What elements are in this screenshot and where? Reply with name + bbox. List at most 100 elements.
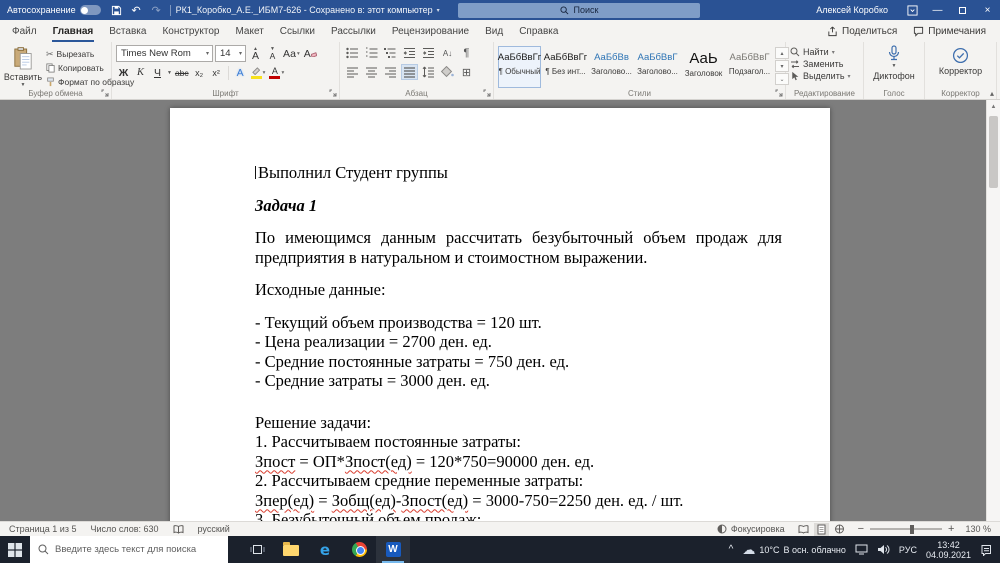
style-heading-2[interactable]: АаБбВвГЗаголово...	[636, 46, 679, 88]
minimize-button[interactable]: —	[925, 0, 950, 20]
page-indicator[interactable]: Страница 1 из 5	[9, 524, 76, 534]
taskbar-search-box[interactable]: Введите здесь текст для поиска	[30, 536, 228, 563]
text-effects-button[interactable]: А	[233, 65, 248, 81]
bold-button[interactable]: Ж	[116, 65, 131, 81]
document-page[interactable]: Выполнил Студент группы Задача 1 По имею…	[170, 108, 830, 521]
underline-button[interactable]: Ч	[150, 65, 165, 81]
font-family-combo[interactable]: Times New Rom▾	[116, 45, 213, 62]
borders-button[interactable]: ⊞	[458, 64, 475, 80]
line-spacing-button[interactable]	[420, 64, 437, 80]
save-button[interactable]	[108, 1, 125, 19]
start-button[interactable]	[0, 536, 30, 563]
increase-indent-button[interactable]	[420, 45, 437, 61]
align-center-button[interactable]	[363, 64, 380, 80]
highlight-color-button[interactable]: ▾	[250, 65, 267, 81]
edge-icon[interactable]: e	[308, 536, 342, 563]
file-explorer-icon[interactable]	[274, 536, 308, 563]
focus-mode-button[interactable]: Фокусировка	[717, 524, 785, 534]
strikethrough-button[interactable]: abc	[174, 65, 190, 81]
select-button[interactable]: Выделить▾	[790, 71, 859, 81]
show-formatting-button[interactable]: ¶	[458, 45, 475, 61]
tab-mailings[interactable]: Рассылки	[323, 20, 384, 42]
web-layout-button[interactable]	[832, 523, 847, 536]
document-text[interactable]: Выполнил Студент группы Задача 1 По имею…	[255, 163, 782, 521]
shading-button[interactable]	[439, 64, 456, 80]
document-area[interactable]: Выполнил Студент группы Задача 1 По имею…	[0, 100, 1000, 521]
tab-home[interactable]: Главная	[45, 20, 102, 42]
tab-references[interactable]: Ссылки	[272, 20, 323, 42]
notification-center-icon[interactable]	[980, 544, 992, 556]
tab-design[interactable]: Конструктор	[154, 20, 227, 42]
styles-dialog-launcher[interactable]	[775, 89, 783, 97]
chrome-icon[interactable]	[342, 536, 376, 563]
hidden-icons-chevron[interactable]: ^	[729, 544, 734, 555]
shrink-font-button[interactable]: ▼А	[265, 46, 280, 62]
redo-button[interactable]: ↷	[148, 1, 165, 19]
font-dialog-launcher[interactable]	[329, 89, 337, 97]
read-mode-button[interactable]	[796, 523, 811, 536]
font-size-combo[interactable]: 14▾	[215, 45, 246, 62]
tab-layout[interactable]: Макет	[227, 20, 271, 42]
subscript-button[interactable]: x₂	[192, 65, 207, 81]
share-button[interactable]: Поделиться	[827, 26, 897, 37]
clear-formatting-button[interactable]: А	[303, 46, 318, 62]
zoom-in-button[interactable]: +	[948, 524, 954, 534]
align-left-button[interactable]	[344, 64, 361, 80]
task-view-button[interactable]	[240, 536, 274, 563]
find-button[interactable]: Найти▾	[790, 47, 859, 57]
style-heading-1[interactable]: АаБбВвЗаголово...	[590, 46, 633, 88]
zoom-level[interactable]: 130 %	[965, 524, 991, 534]
tab-insert[interactable]: Вставка	[101, 20, 154, 42]
style-no-spacing[interactable]: АаБбВвГг¶ Без инт...	[544, 46, 587, 88]
language-indicator[interactable]: русский	[198, 524, 230, 534]
proofing-errors-button[interactable]	[173, 525, 184, 534]
editor-button[interactable]: Корректор	[939, 45, 982, 76]
word-taskbar-icon[interactable]: W	[376, 536, 410, 563]
document-title[interactable]: РК1_Коробко_А.Е._ИБМ7-626 - Сохранено в:…	[176, 5, 440, 15]
autosave-toggle[interactable]	[80, 5, 101, 15]
taskbar-clock[interactable]: 13:42 04.09.2021	[926, 540, 971, 560]
change-case-button[interactable]: Аа▾	[282, 46, 301, 62]
font-color-button[interactable]: А▾	[268, 65, 285, 81]
paste-button[interactable]: Вставить ▼	[4, 45, 42, 87]
numbering-button[interactable]	[363, 45, 380, 61]
superscript-button[interactable]: x²	[209, 65, 224, 81]
scroll-up-button[interactable]: ▲	[987, 100, 1000, 114]
vertical-scrollbar[interactable]: ▲	[986, 100, 1000, 521]
style-normal[interactable]: АаБбВвГг¶ Обычный	[498, 46, 541, 88]
scrollbar-thumb[interactable]	[989, 116, 998, 188]
italic-button[interactable]: К	[133, 65, 148, 81]
network-icon[interactable]	[855, 544, 868, 555]
sort-button[interactable]: А↓	[439, 45, 456, 61]
align-right-button[interactable]	[382, 64, 399, 80]
tab-review[interactable]: Рецензирование	[384, 20, 477, 42]
weather-widget[interactable]: ☁ 10°C В осн. облачно	[742, 543, 846, 556]
bullets-button[interactable]	[344, 45, 361, 61]
collapse-ribbon-button[interactable]: ▴	[990, 89, 994, 98]
comments-button[interactable]: Примечания	[913, 26, 986, 37]
ribbon-display-options-button[interactable]	[900, 0, 925, 20]
style-title[interactable]: АаЬЗаголовок	[682, 46, 725, 88]
dictate-button[interactable]: ▼ Диктофон	[873, 45, 915, 81]
tab-file[interactable]: Файл	[4, 20, 45, 42]
multilevel-list-button[interactable]	[382, 45, 399, 61]
close-button[interactable]: ×	[975, 0, 1000, 20]
paragraph-dialog-launcher[interactable]	[483, 89, 491, 97]
keybo ard-language[interactable]: РУС	[899, 545, 917, 555]
autosave-control[interactable]: Автосохранение	[0, 0, 108, 20]
zoom-slider-knob[interactable]	[910, 525, 914, 534]
style-subtitle[interactable]: АаБбВвГПодзагол...	[728, 46, 771, 88]
undo-button[interactable]: ↶	[128, 1, 145, 19]
replace-button[interactable]: Заменить	[790, 59, 859, 69]
maximize-button[interactable]	[950, 0, 975, 20]
decrease-indent-button[interactable]	[401, 45, 418, 61]
volume-icon[interactable]	[877, 544, 890, 555]
tab-view[interactable]: Вид	[477, 20, 511, 42]
tab-help[interactable]: Справка	[511, 20, 566, 42]
zoom-slider[interactable]	[870, 528, 942, 530]
word-count[interactable]: Число слов: 630	[90, 524, 158, 534]
clipboard-dialog-launcher[interactable]	[101, 89, 109, 97]
print-layout-button[interactable]	[814, 523, 829, 536]
user-name[interactable]: Алексей Коробко	[816, 5, 888, 15]
grow-font-button[interactable]: ▲А	[248, 46, 263, 62]
